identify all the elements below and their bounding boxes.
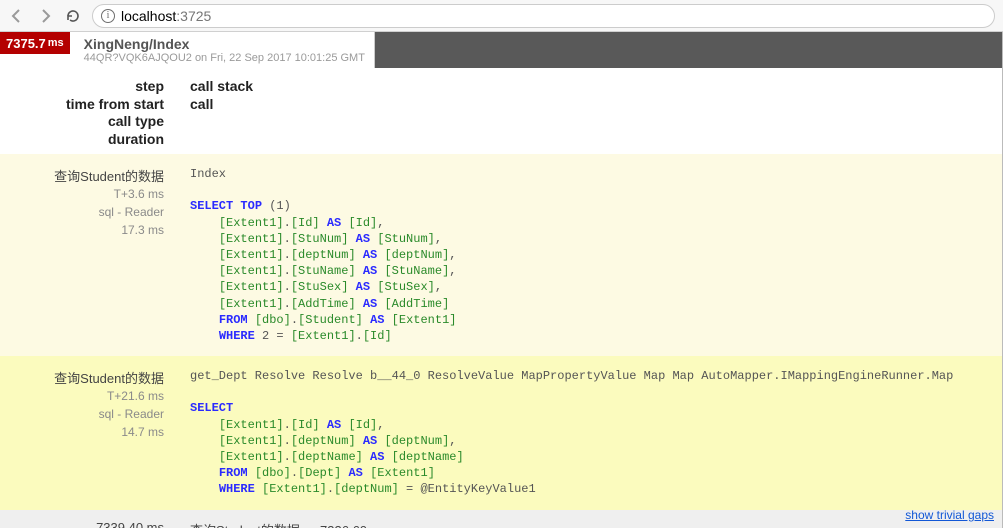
timing-badge-unit: ms xyxy=(48,37,64,49)
step-time-from-start: T+21.6 ms xyxy=(0,387,164,405)
summary-duration: 7339.40 ms xyxy=(0,510,170,528)
profiler-step: 查询Student的数据T+3.6 mssql - Reader17.3 ms I… xyxy=(0,154,1002,356)
step-time-from-start: T+3.6 ms xyxy=(0,185,164,203)
site-info-icon[interactable]: i xyxy=(101,9,115,23)
forward-icon[interactable] xyxy=(36,7,54,25)
step-duration: 14.7 ms xyxy=(0,423,164,441)
step-sql: get_Dept Resolve Resolve b__44_0 Resolve… xyxy=(170,356,1002,510)
header-call-type: call type xyxy=(0,113,164,131)
step-call-stack: Index xyxy=(190,167,226,181)
summary-row: 7339.40 ms 查询Student的数据 — 7336.60 ms xyxy=(0,510,1002,528)
profiler-step: 查询Student的数据T+21.6 mssql - Reader14.7 ms… xyxy=(0,356,1002,510)
step-call-stack: get_Dept Resolve Resolve b__44_0 Resolve… xyxy=(190,369,953,383)
header-call-stack: call stack xyxy=(190,78,1002,96)
column-headers: step time from start call type duration … xyxy=(0,68,1002,154)
header-duration: duration xyxy=(0,131,164,149)
profiler-panel: 7375.7 ms XingNeng/Index 44QR?VQK6AJQOU2… xyxy=(0,32,1003,528)
profiler-header: 7375.7 ms XingNeng/Index 44QR?VQK6AJQOU2… xyxy=(0,32,1002,68)
header-fill xyxy=(375,32,1002,68)
header-step: step xyxy=(0,78,164,96)
timing-badge[interactable]: 7375.7 ms xyxy=(0,32,70,54)
step-call-type: sql - Reader xyxy=(0,405,164,423)
reload-icon[interactable] xyxy=(64,7,82,25)
address-bar[interactable]: i localhost:3725 xyxy=(92,4,995,28)
profiler-tab[interactable]: XingNeng/Index 44QR?VQK6AJQOU2 on Fri, 2… xyxy=(70,32,375,68)
step-title: 查询Student的数据 xyxy=(0,368,164,387)
summary-text: 查询Student的数据 — 7336.60 ms xyxy=(170,510,1002,528)
url-port: :3725 xyxy=(176,8,211,24)
url-text: localhost:3725 xyxy=(121,8,211,24)
timing-badge-value: 7375.7 xyxy=(6,36,46,51)
header-time-from-start: time from start xyxy=(0,96,164,114)
url-host: localhost xyxy=(121,8,176,24)
profiler-tab-subtitle: 44QR?VQK6AJQOU2 on Fri, 22 Sep 2017 10:0… xyxy=(84,52,360,64)
show-trivial-gaps-link[interactable]: show trivial gaps xyxy=(905,508,994,522)
header-call: call xyxy=(190,96,1002,114)
step-title: 查询Student的数据 xyxy=(0,166,164,185)
profiler-tab-title: XingNeng/Index xyxy=(84,36,360,52)
browser-toolbar: i localhost:3725 xyxy=(0,0,1003,32)
step-call-type: sql - Reader xyxy=(0,203,164,221)
step-sql: Index SELECT TOP (1) [Extent1].[Id] AS [… xyxy=(170,154,1002,356)
back-icon[interactable] xyxy=(8,7,26,25)
step-duration: 17.3 ms xyxy=(0,221,164,239)
